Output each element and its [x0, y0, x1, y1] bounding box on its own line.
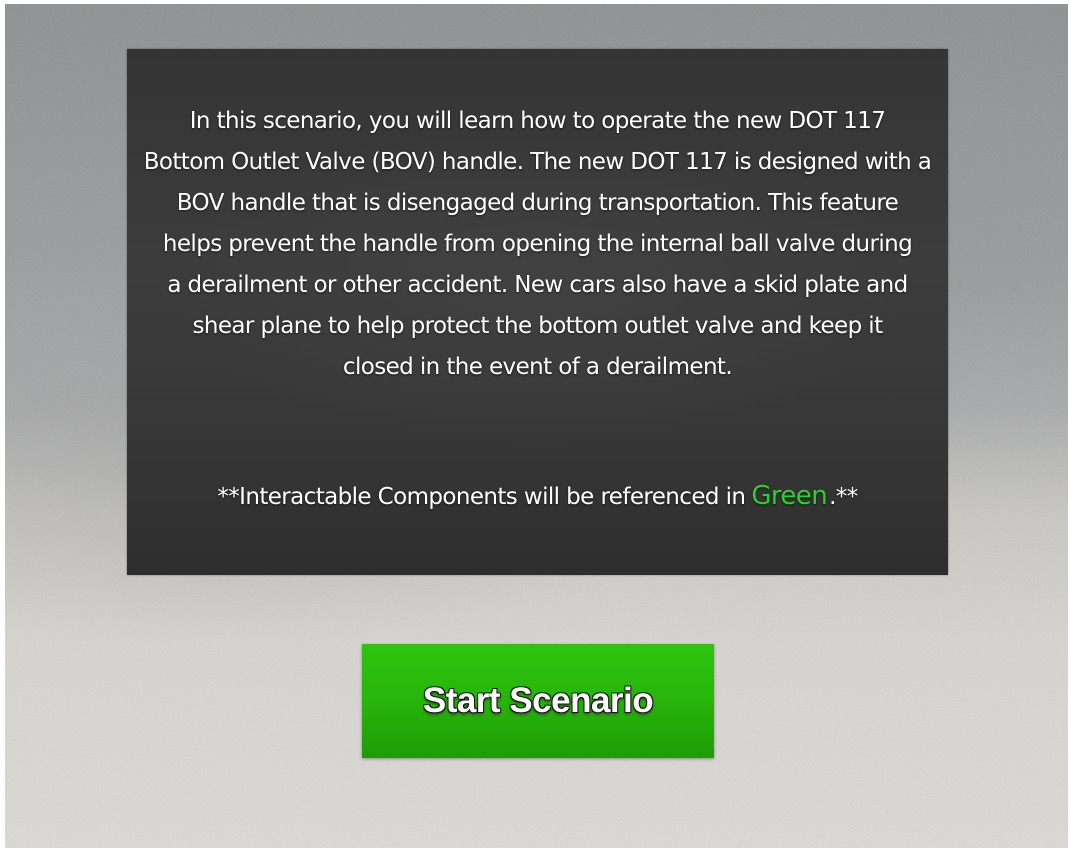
- intro-line: helps prevent the handle from opening th…: [162, 231, 913, 257]
- intro-line: BOV handle that is disengaged during tra…: [176, 190, 899, 216]
- intro-line: shear plane to help protect the bottom o…: [192, 313, 883, 339]
- interactable-note: **Interactable Components will be refere…: [127, 481, 948, 511]
- intro-panel: In this scenario, you will learn how to …: [127, 49, 948, 575]
- note-highlight-green: Green: [751, 481, 828, 511]
- note-suffix: .**: [829, 484, 858, 510]
- intro-text: In this scenario, you will learn how to …: [127, 101, 948, 388]
- note-prefix: **Interactable Components will be refere…: [217, 484, 746, 510]
- intro-line: Bottom Outlet Valve (BOV) handle. The ne…: [143, 149, 932, 175]
- start-scenario-label: Start Scenario: [422, 681, 654, 720]
- start-scenario-button[interactable]: Start Scenario: [362, 644, 714, 758]
- background-pavement: In this scenario, you will learn how to …: [5, 4, 1068, 848]
- intro-line: a derailment or other accident. New cars…: [167, 272, 908, 298]
- intro-line: In this scenario, you will learn how to …: [189, 108, 886, 134]
- intro-line: closed in the event of a derailment.: [342, 354, 733, 380]
